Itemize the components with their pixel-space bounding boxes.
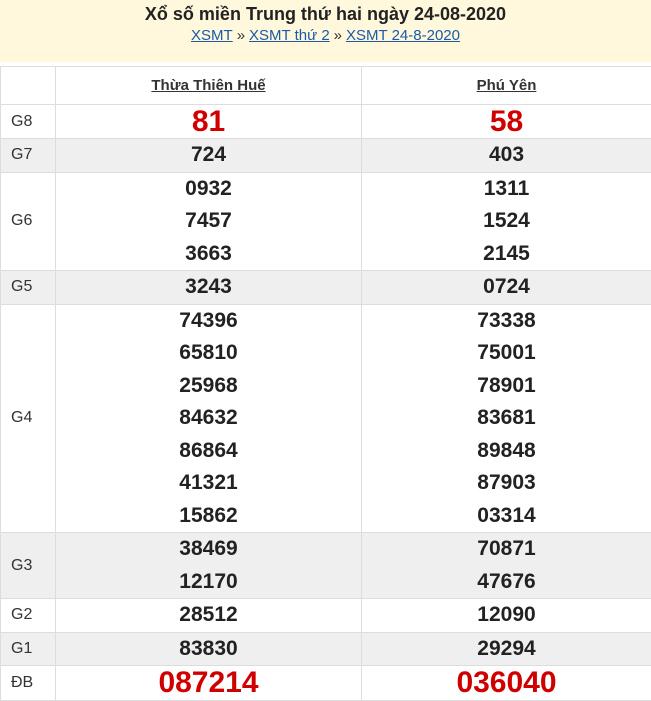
winning-number: 1311 <box>362 173 651 206</box>
province-header-phu-yen: Phú Yên <box>362 67 651 105</box>
winning-number: 89848 <box>362 435 651 468</box>
result-cell-phu-yen: 12090 <box>362 599 651 633</box>
result-cell-hue: 087214 <box>56 666 362 701</box>
results-body: G88158G7724403G6093274573663131115242145… <box>1 105 651 701</box>
province-header-hue: Thừa Thiên Huế <box>56 67 362 105</box>
winning-number: 3663 <box>56 238 361 271</box>
winning-number: 724 <box>56 139 361 172</box>
result-cell-phu-yen: 0724 <box>362 271 651 305</box>
winning-number: 83830 <box>56 633 361 666</box>
breadcrumb-separator: » <box>237 27 245 44</box>
result-cell-hue: 724 <box>56 139 362 173</box>
winning-number: 0724 <box>362 271 651 304</box>
table-row: G22851212090 <box>1 599 651 633</box>
winning-number: 15862 <box>56 500 361 533</box>
prize-label: G8 <box>1 105 56 139</box>
result-cell-phu-yen: 73338750017890183681898488790303314 <box>362 304 651 533</box>
result-cell-phu-yen: 403 <box>362 139 651 173</box>
result-cell-hue: 83830 <box>56 632 362 666</box>
result-cell-phu-yen: 131115242145 <box>362 172 651 271</box>
winning-number: 403 <box>362 139 651 172</box>
table-row: G6093274573663131115242145 <box>1 172 651 271</box>
table-row: G18383029294 <box>1 632 651 666</box>
winning-number: 74396 <box>56 305 361 338</box>
breadcrumb: XSMT»XSMT thứ 2»XSMT 24-8-2020 <box>0 26 651 46</box>
prize-label: G4 <box>1 304 56 533</box>
prize-label: G6 <box>1 172 56 271</box>
winning-number: 65810 <box>56 337 361 370</box>
results-table: Thừa Thiên Huế Phú Yên G88158G7724403G60… <box>0 66 651 701</box>
winning-number: 036040 <box>362 666 651 700</box>
result-cell-phu-yen: 7087147676 <box>362 533 651 599</box>
page-header: Xổ số miền Trung thứ hai ngày 24-08-2020… <box>0 0 651 62</box>
winning-number: 86864 <box>56 435 361 468</box>
winning-number: 29294 <box>362 633 651 666</box>
winning-number: 7457 <box>56 205 361 238</box>
winning-number: 38469 <box>56 533 361 566</box>
winning-number: 3243 <box>56 271 361 304</box>
breadcrumb-link-xsmt-thu-2[interactable]: XSMT thứ 2 <box>249 27 330 44</box>
page-title: Xổ số miền Trung thứ hai ngày 24-08-2020 <box>0 2 651 26</box>
winning-number: 73338 <box>362 305 651 338</box>
winning-number: 1524 <box>362 205 651 238</box>
prize-label: ĐB <box>1 666 56 701</box>
result-cell-phu-yen: 58 <box>362 105 651 139</box>
winning-number: 81 <box>56 105 361 138</box>
result-cell-phu-yen: 036040 <box>362 666 651 701</box>
winning-number: 12090 <box>362 599 651 632</box>
table-row: G532430724 <box>1 271 651 305</box>
table-row: G7724403 <box>1 139 651 173</box>
winning-number: 0932 <box>56 173 361 206</box>
table-row: G474396658102596884632868644132115862733… <box>1 304 651 533</box>
winning-number: 58 <box>362 105 651 138</box>
prize-label: G7 <box>1 139 56 173</box>
winning-number: 087214 <box>56 666 361 700</box>
prize-label: G2 <box>1 599 56 633</box>
winning-number: 12170 <box>56 566 361 599</box>
winning-number: 75001 <box>362 337 651 370</box>
winning-number: 25968 <box>56 370 361 403</box>
prize-label: G1 <box>1 632 56 666</box>
prize-label: G5 <box>1 271 56 305</box>
winning-number: 47676 <box>362 566 651 599</box>
breadcrumb-separator: » <box>334 27 342 44</box>
winning-number: 84632 <box>56 402 361 435</box>
prize-column-header <box>1 67 56 105</box>
result-cell-hue: 28512 <box>56 599 362 633</box>
table-header-row: Thừa Thiên Huế Phú Yên <box>1 67 651 105</box>
winning-number: 87903 <box>362 467 651 500</box>
winning-number: 83681 <box>362 402 651 435</box>
result-cell-hue: 74396658102596884632868644132115862 <box>56 304 362 533</box>
breadcrumb-link-xsmt[interactable]: XSMT <box>191 27 233 44</box>
winning-number: 70871 <box>362 533 651 566</box>
result-cell-hue: 3846912170 <box>56 533 362 599</box>
table-row: ĐB087214036040 <box>1 666 651 701</box>
winning-number: 2145 <box>362 238 651 271</box>
result-cell-hue: 093274573663 <box>56 172 362 271</box>
winning-number: 41321 <box>56 467 361 500</box>
table-row: G338469121707087147676 <box>1 533 651 599</box>
result-cell-hue: 3243 <box>56 271 362 305</box>
table-row: G88158 <box>1 105 651 139</box>
winning-number: 03314 <box>362 500 651 533</box>
winning-number: 78901 <box>362 370 651 403</box>
result-cell-phu-yen: 29294 <box>362 632 651 666</box>
result-cell-hue: 81 <box>56 105 362 139</box>
breadcrumb-link-xsmt-date[interactable]: XSMT 24-8-2020 <box>346 27 460 44</box>
province-link-hue[interactable]: Thừa Thiên Huế <box>151 77 265 94</box>
province-link-phu-yen[interactable]: Phú Yên <box>477 77 537 94</box>
winning-number: 28512 <box>56 599 361 632</box>
prize-label: G3 <box>1 533 56 599</box>
